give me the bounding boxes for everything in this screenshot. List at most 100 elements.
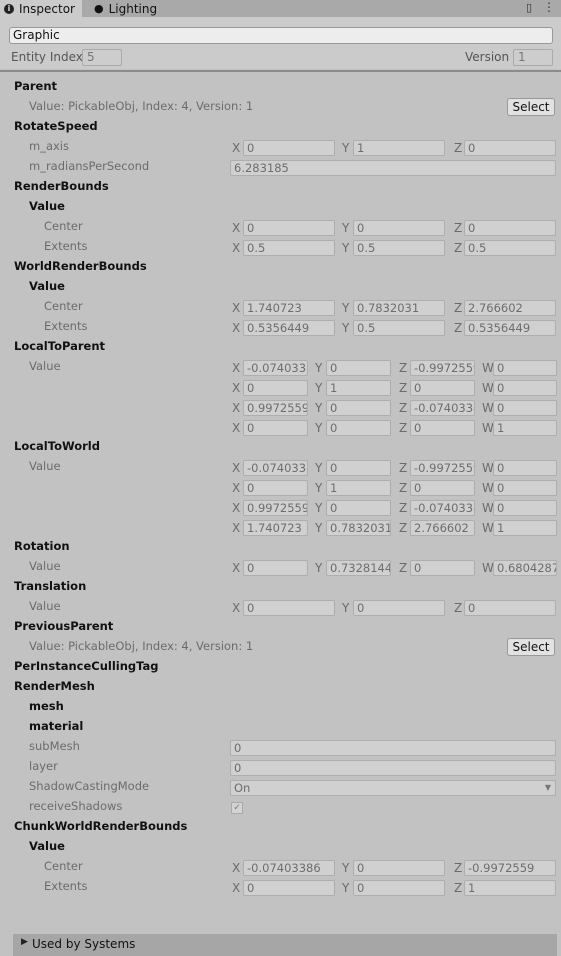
vector-component-field[interactable]: 0.9972559 [243,400,308,416]
component-heading: RotateSpeed [14,119,98,133]
vector-component-field[interactable]: 0 [243,600,335,616]
vector-component-field[interactable]: 0 [493,380,557,396]
axis-label: Y [315,521,323,535]
vector-component-field[interactable]: 0.7328144 [326,560,391,576]
vector-component-field[interactable]: 0.5 [353,320,445,336]
axis-label: X [232,301,241,315]
vector-component-field[interactable]: 0 [410,480,475,496]
vector-component-field[interactable]: 2.766602 [464,300,556,316]
vector-component-field[interactable]: -0.9972559 [464,860,556,876]
vector-component-field[interactable]: 0 [243,880,335,896]
axis-label: Y [342,861,350,875]
axis-label: X [232,561,241,575]
axis-label: Y [315,401,323,415]
row-16: X 0.9972559 Y 0 Z -0.0740338 W 0 [0,396,561,418]
vector-component-field[interactable]: 0.7832031 [326,520,391,536]
vector-component-field[interactable]: 0 [326,500,391,516]
vector-component-field[interactable]: 0 [493,500,557,516]
field-label: Extents [44,879,88,893]
value-field[interactable]: 6.283185 [230,160,556,176]
row-7: Center X 0 Y 0 Z 0 [0,216,561,238]
used-by-systems-foldout[interactable]: ▶ Used by Systems [13,934,557,956]
vector-component-field[interactable]: -0.0740338 [410,400,475,416]
version-field[interactable]: 1 [513,49,553,66]
value-field[interactable]: 0 [230,760,556,776]
select-button[interactable]: Select [507,638,555,656]
entity-index-field[interactable]: 5 [82,49,122,66]
row-25: Translation [0,576,561,598]
vector-component-field[interactable]: 1.740723 [243,520,308,536]
vector-component-field[interactable]: -0.0740338 [410,500,475,516]
vector-component-field[interactable]: 1 [326,380,391,396]
vector-component-field[interactable]: 1 [326,480,391,496]
field-label: Value [29,559,61,573]
vector-component-field[interactable]: 0.5 [464,240,556,256]
vector-component-field[interactable]: 0 [410,420,475,436]
vector-component-field[interactable]: 1 [353,140,445,156]
vector-component-field[interactable]: 0 [353,220,445,236]
vector-component-field[interactable]: 0.7832031 [353,300,445,316]
vector-component-field[interactable]: 0 [326,460,391,476]
axis-label: Z [454,601,463,615]
vector-component-field[interactable]: 1 [493,520,557,536]
vector-component-field[interactable]: 1 [493,420,557,436]
vector-component-field[interactable]: 0 [464,600,556,616]
axis-label: X [232,241,241,255]
axis-label: Z [399,361,408,375]
vector-component-field[interactable]: 0 [464,220,556,236]
component-heading: PerInstanceCullingTag [14,659,159,673]
vector-component-field[interactable]: 0 [493,480,557,496]
vector-component-field[interactable]: 0 [326,420,391,436]
vector-component-field[interactable]: 0.5356449 [464,320,556,336]
lightbulb-icon: ● [94,2,104,15]
axis-label: Y [315,361,323,375]
vector-component-field[interactable]: 0 [493,460,557,476]
axis-label: Z [454,241,463,255]
vector-component-field[interactable]: 0 [243,560,308,576]
select-button[interactable]: Select [507,98,555,116]
vector-component-field[interactable]: 0.5 [353,240,445,256]
tab-inspector-label: Inspector [19,1,75,16]
field-label: layer [29,759,58,773]
vector-component-field[interactable]: 0 [353,600,445,616]
row-4: m_radiansPerSecond 6.283185 [0,156,561,178]
vector-component-field[interactable]: 0 [410,560,475,576]
vector-component-field[interactable]: -0.0740338 [243,460,308,476]
axis-label: X [232,361,241,375]
receive-shadows-checkbox[interactable]: ✓ [231,802,243,814]
vector-component-field[interactable]: 0 [464,140,556,156]
tab-lighting[interactable]: ● Lighting [90,0,170,17]
entity-name-field[interactable]: Graphic [9,27,553,44]
axis-label: X [232,461,241,475]
vector-component-field[interactable]: 0.6804287 [493,560,557,576]
vector-component-field[interactable]: 0 [353,880,445,896]
value-field[interactable]: 0 [230,740,556,756]
dropdown-select[interactable]: On ▼ [230,780,556,796]
vector-component-field[interactable]: 0 [410,380,475,396]
vector-component-field[interactable]: 0 [493,400,557,416]
vector-component-field[interactable]: 0 [243,420,308,436]
vector-component-field[interactable]: 1.740723 [243,300,335,316]
vector-component-field[interactable]: 2.766602 [410,520,475,536]
vector-component-field[interactable]: 0.9972559 [243,500,308,516]
vector-component-field[interactable]: -0.9972559 [410,460,475,476]
vector-component-field[interactable]: -0.0740338 [243,360,308,376]
more-options-icon[interactable]: ⋮ [543,0,555,15]
vector-component-field[interactable]: 0 [243,380,308,396]
vector-component-field[interactable]: 0 [493,360,557,376]
vector-component-field[interactable]: 0 [326,360,391,376]
vector-component-field[interactable]: -0.9972559 [410,360,475,376]
lock-icon[interactable]: ▯ [526,1,532,14]
vector-component-field[interactable]: 0 [243,480,308,496]
vector-component-field[interactable]: -0.07403386 [243,860,335,876]
vector-component-field[interactable]: 0 [243,220,335,236]
row-37: ChunkWorldRenderBounds [0,816,561,838]
chevron-down-icon: ▼ [544,783,551,792]
vector-component-field[interactable]: 1 [464,880,556,896]
vector-component-field[interactable]: 0 [353,860,445,876]
vector-component-field[interactable]: 0.5356449 [243,320,335,336]
vector-component-field[interactable]: 0.5 [243,240,335,256]
vector-component-field[interactable]: 0 [326,400,391,416]
vector-component-field[interactable]: 0 [243,140,335,156]
tab-inspector[interactable]: i Inspector [0,0,82,17]
